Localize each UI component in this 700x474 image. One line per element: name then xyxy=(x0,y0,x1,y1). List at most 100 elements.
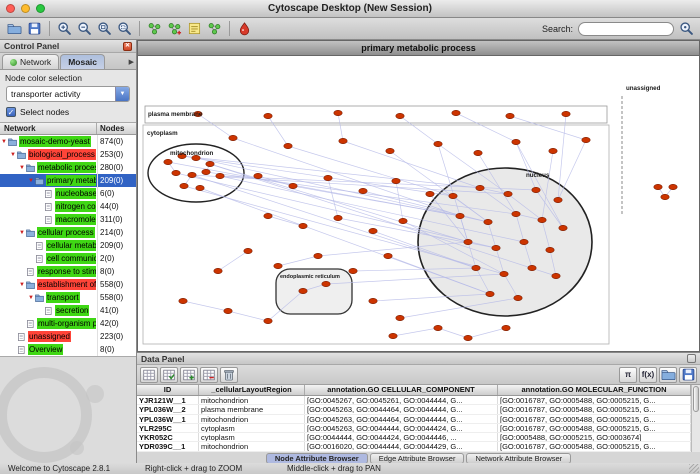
tree-item-overview[interactable]: Overview8(0) xyxy=(0,343,136,356)
pi-function-icon[interactable]: π xyxy=(619,367,637,383)
expand-toggle-icon[interactable]: ▼ xyxy=(0,139,8,145)
network-node[interactable] xyxy=(532,187,540,192)
network-node[interactable] xyxy=(502,325,510,330)
column-header-id[interactable]: ID xyxy=(137,385,199,395)
zoom-fit-icon[interactable] xyxy=(115,19,134,38)
table-cell[interactable]: plasma membrane xyxy=(199,405,305,413)
table-cell[interactable]: [GO:0045263, GO:0044464, GO:0044444, G..… xyxy=(305,405,498,413)
network-edge[interactable] xyxy=(218,251,248,271)
table-cell[interactable]: [GO:0016787, GO:0005488, GO:0005215, G..… xyxy=(498,442,691,450)
network-node[interactable] xyxy=(434,141,442,146)
new-network-from-selection-icon[interactable] xyxy=(165,19,184,38)
table-cell[interactable]: cytoplasm xyxy=(199,433,305,441)
tree-item-mosaic-demo-yeast[interactable]: ▼mosaic-demo-yeast874(0) xyxy=(0,135,136,148)
tree-item-response-to-stimul[interactable]: response to stimul...8(0) xyxy=(0,265,136,278)
network-node[interactable] xyxy=(289,183,297,188)
table-row[interactable]: YPL036W__2plasma membrane[GO:0045263, GO… xyxy=(137,405,700,414)
network-node[interactable] xyxy=(172,170,180,175)
network-node[interactable] xyxy=(264,213,272,218)
tree-item-transport[interactable]: ▼transport558(0) xyxy=(0,291,136,304)
network-edge[interactable] xyxy=(278,256,318,266)
network-node[interactable] xyxy=(334,215,342,220)
expand-toggle-icon[interactable]: ▼ xyxy=(18,282,26,288)
save-attributes-icon[interactable] xyxy=(679,367,697,383)
network-node[interactable] xyxy=(359,188,367,193)
table-cell[interactable]: mitochondrion xyxy=(199,415,305,423)
network-edge[interactable] xyxy=(228,311,268,321)
network-node[interactable] xyxy=(399,218,407,223)
network-node[interactable] xyxy=(179,298,187,303)
network-node[interactable] xyxy=(206,161,214,166)
network-node[interactable] xyxy=(426,191,434,196)
expand-toggle-icon[interactable]: ▼ xyxy=(27,295,35,301)
network-node[interactable] xyxy=(500,271,508,276)
table-cell[interactable]: [GO:0045263, GO:0044464, GO:0044444, G..… xyxy=(305,415,498,423)
tree-item-biological-process[interactable]: ▼biological_process253(0) xyxy=(0,148,136,161)
network-node[interactable] xyxy=(661,194,669,199)
table-cell[interactable]: cytoplasm xyxy=(199,424,305,432)
select-nodes-checkbox[interactable] xyxy=(6,107,16,117)
network-node[interactable] xyxy=(396,113,404,118)
window-close-button[interactable] xyxy=(6,4,15,13)
network-node[interactable] xyxy=(492,245,500,250)
search-options-icon[interactable] xyxy=(677,20,695,38)
column-header-annotation-go-cellular-component[interactable]: annotation.GO CELLULAR_COMPONENT xyxy=(305,385,498,395)
expand-toggle-icon[interactable]: ▼ xyxy=(9,152,17,158)
control-panel-close-icon[interactable] xyxy=(123,42,132,51)
select-attributes-icon[interactable] xyxy=(160,367,178,383)
column-header-annotation-go-molecular-function[interactable]: annotation.GO MOLECULAR_FUNCTION xyxy=(498,385,691,395)
tree-item-nitrogen-compo[interactable]: nitrogen compo...44(0) xyxy=(0,200,136,213)
network-node[interactable] xyxy=(486,291,494,296)
network-node[interactable] xyxy=(476,185,484,190)
tree-header-nodes[interactable]: Nodes xyxy=(97,123,136,134)
window-minimize-button[interactable] xyxy=(21,4,30,13)
network-icon[interactable] xyxy=(145,19,164,38)
zoom-out-icon[interactable] xyxy=(75,19,94,38)
network-edge[interactable] xyxy=(198,114,233,138)
network-node[interactable] xyxy=(216,173,224,178)
attribute-batch-editor-icon[interactable] xyxy=(140,367,158,383)
tab-node-attribute-browser[interactable]: Node Attribute Browser xyxy=(266,453,368,464)
tree-item-metabolic-process[interactable]: ▼metabolic process280(0) xyxy=(0,161,136,174)
network-node[interactable] xyxy=(299,223,307,228)
tree-item-primary-metab[interactable]: ▼primary metab...209(0) xyxy=(0,174,136,187)
tab-network[interactable]: Network xyxy=(2,54,59,69)
search-input[interactable] xyxy=(578,22,674,36)
vizmapper-icon[interactable] xyxy=(235,19,254,38)
open-session-icon[interactable] xyxy=(5,19,24,38)
network-edge[interactable] xyxy=(268,116,288,146)
table-cell[interactable]: mitochondrion xyxy=(199,396,305,404)
network-edge[interactable] xyxy=(438,328,468,338)
table-cell[interactable]: [GO:0044444, GO:0044424, GO:0044446, ... xyxy=(305,433,498,441)
expand-toggle-icon[interactable]: ▼ xyxy=(18,230,26,236)
network-edge[interactable] xyxy=(510,116,586,140)
tree-item-cellular-metabo[interactable]: cellular metabo...209(0) xyxy=(0,239,136,252)
import-attributes-icon[interactable] xyxy=(659,367,677,383)
delete-row-icon[interactable] xyxy=(220,367,238,383)
network-node[interactable] xyxy=(512,211,520,216)
network-node[interactable] xyxy=(554,197,562,202)
network-edge[interactable] xyxy=(183,301,228,311)
network-node[interactable] xyxy=(188,172,196,177)
zoom-selected-icon[interactable] xyxy=(95,19,114,38)
table-scrollbar[interactable] xyxy=(691,385,700,452)
network-node[interactable] xyxy=(484,219,492,224)
table-row[interactable]: YJR121W__1mitochondrion[GO:0045267, GO:0… xyxy=(137,396,700,405)
table-row[interactable]: YDR039C__1mitochondrion[GO:0016020, GO:0… xyxy=(137,442,700,451)
table-cell[interactable]: YDR039C__1 xyxy=(137,442,199,450)
tree-item-cellular-process[interactable]: ▼cellular process214(0) xyxy=(0,226,136,239)
network-node[interactable] xyxy=(562,111,570,116)
network-node[interactable] xyxy=(538,217,546,222)
table-cell[interactable]: YPL036W__2 xyxy=(137,405,199,413)
network-node[interactable] xyxy=(274,263,282,268)
network-edge[interactable] xyxy=(558,140,586,200)
table-cell[interactable]: YKR052C xyxy=(137,433,199,441)
network-node[interactable] xyxy=(504,191,512,196)
network-node[interactable] xyxy=(452,110,460,115)
network-node[interactable] xyxy=(369,228,377,233)
network-node[interactable] xyxy=(474,150,482,155)
network-node[interactable] xyxy=(520,239,528,244)
table-cell[interactable]: YLR295C xyxy=(137,424,199,432)
table-row[interactable]: YLR295Ccytoplasm[GO:0045263, GO:0044444,… xyxy=(137,424,700,433)
network-node[interactable] xyxy=(214,268,222,273)
